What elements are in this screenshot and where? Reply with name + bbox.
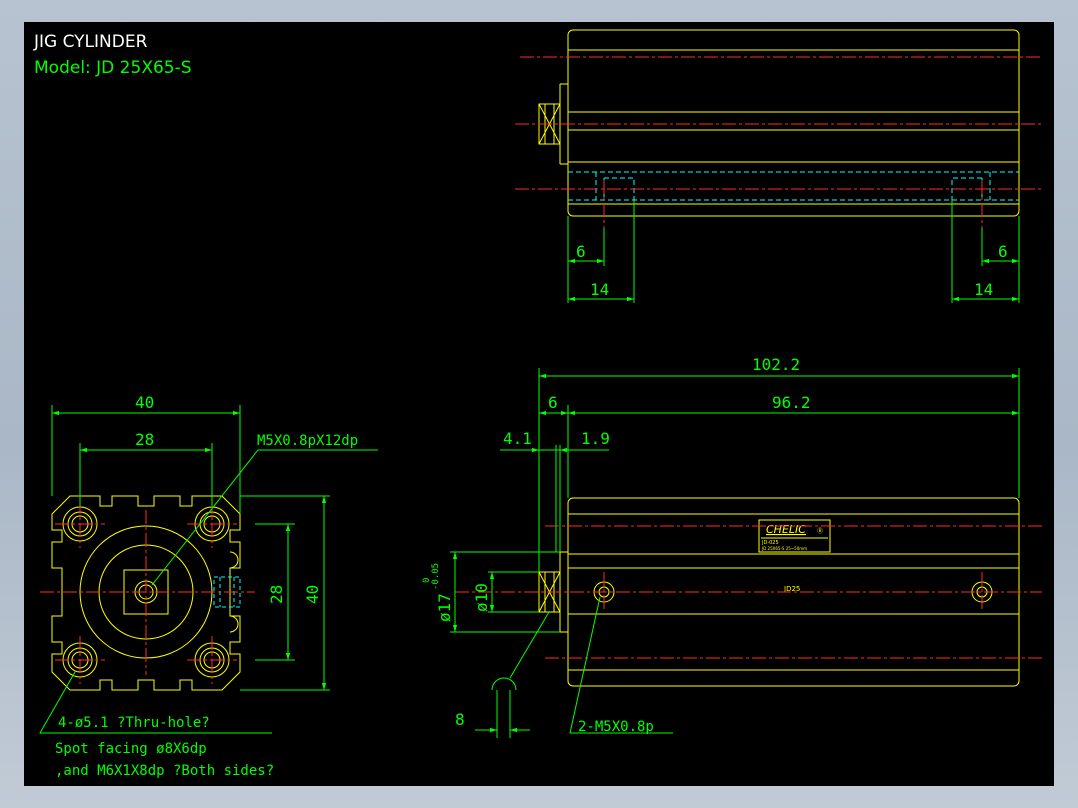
model-label: Model: JD 25X65-S — [34, 58, 192, 78]
dim-height-40: 40 — [303, 585, 322, 604]
dim-6-left: 6 — [576, 242, 586, 261]
dim-1-9: 1.9 — [581, 429, 610, 448]
spot-facing-note: Spot facing ø8X6dp — [55, 741, 207, 757]
nameplate-brand: CHELIC — [766, 523, 806, 536]
dim-body-length: 96.2 — [772, 393, 811, 412]
dim-rod-dia: ø17 — [435, 593, 454, 622]
dim-14-left: 14 — [590, 280, 609, 299]
dim-height-28: 28 — [267, 585, 286, 604]
tol-lower: -0.05 — [431, 563, 441, 590]
nameplate-mark: Ⓡ — [817, 527, 823, 535]
dim-8: 8 — [455, 710, 465, 729]
dim-bore-dia: ø10 — [472, 583, 491, 612]
dim-14-right: 14 — [974, 280, 993, 299]
dim-rod-end: 6 — [548, 393, 558, 412]
port-thread-note: 2-M5X0.8p — [578, 719, 654, 735]
dim-width-40: 40 — [135, 393, 154, 412]
drawing-title: JIG CYLINDER — [33, 32, 148, 52]
thru-hole-note: 4-ø5.1 ?Thru-hole? — [58, 715, 210, 731]
dim-width-28: 28 — [135, 430, 154, 449]
nameplate-line2: JD 25X65-S 25~50mm — [761, 546, 807, 551]
dim-overall-length: 102.2 — [752, 355, 800, 374]
cad-drawing: JIG CYLINDER Model: JD 25X65-S 6 14 6 14… — [33, 29, 1042, 779]
side-view: CHELIC Ⓡ JD-025 JD 25X65-S 25~50mm JD25 — [422, 355, 1042, 738]
m6-thread-note: ,and M6X1X8dp ?Both sides? — [55, 763, 274, 779]
rod-thread-note: M5X0.8pX12dp — [257, 433, 358, 449]
dim-6-right: 6 — [998, 242, 1008, 261]
end-view: 40 28 28 40 M5X0.8pX12dp 4-ø5.1 ?Thru-ho… — [39, 393, 378, 779]
top-view: 6 14 6 14 — [515, 29, 1042, 303]
dim-4-1: 4.1 — [503, 429, 532, 448]
